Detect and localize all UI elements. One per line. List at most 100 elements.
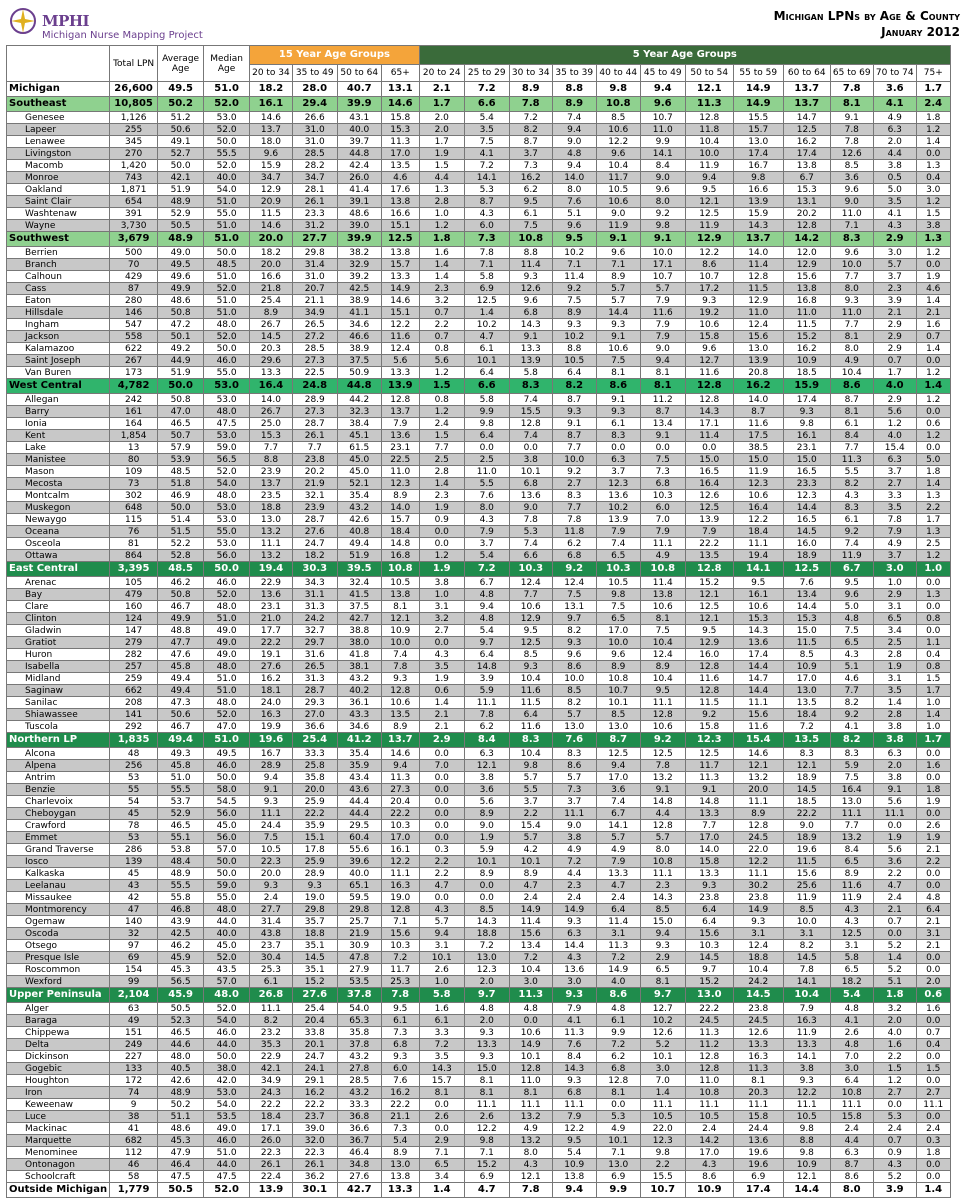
row-value: 63 bbox=[109, 1002, 159, 1015]
row-value: 4.4 bbox=[551, 867, 597, 880]
row-value: 13.8 bbox=[782, 159, 831, 172]
county-row: Clinton 124 49.9 51.0 21.0 24.2 42.7 12.1 3.2 4.8… bbox=[5, 612, 951, 625]
brand-name: MPHI bbox=[42, 12, 90, 30]
row-value: 11.1 bbox=[551, 1098, 597, 1111]
row-value: 133 bbox=[109, 1062, 159, 1075]
row-value: 11.1 bbox=[463, 696, 510, 709]
row-value: 3.2 bbox=[418, 612, 465, 625]
row-value: 11.6 bbox=[684, 672, 734, 685]
row-value: 1.4 bbox=[915, 294, 951, 307]
row-value: 17.0 bbox=[380, 831, 420, 844]
row-value: 49.0 bbox=[203, 636, 251, 649]
row-value: 42.5 bbox=[336, 282, 382, 295]
row-value: 6.9 bbox=[463, 1170, 510, 1183]
row-value: 4.3 bbox=[872, 1158, 917, 1171]
county-row: Wayne 3,730 50.5 51.0 14.6 31.2 39.0 15.1 1.2 6.0… bbox=[5, 219, 951, 232]
row-value: 3.0 bbox=[872, 246, 917, 259]
row-value: 10.4 bbox=[508, 963, 553, 976]
row-value: 24.0 bbox=[249, 696, 293, 709]
row-value: 24.1 bbox=[291, 1062, 338, 1075]
row-value: 8.9 bbox=[508, 81, 553, 97]
row-value: 14.5 bbox=[684, 951, 734, 964]
row-value: 15.4 bbox=[732, 732, 784, 748]
row-value: 43.2 bbox=[336, 1050, 382, 1063]
row-value: 51.0 bbox=[203, 612, 251, 625]
row-value: 105 bbox=[109, 576, 159, 589]
row-value: 22.2 bbox=[249, 1098, 293, 1111]
row-value: 31.2 bbox=[291, 219, 338, 232]
row-value: 12.2 bbox=[782, 1086, 831, 1099]
row-value: 29.6 bbox=[249, 354, 293, 367]
row-value: 26.6 bbox=[291, 111, 338, 124]
row-value: 13.0 bbox=[732, 342, 784, 355]
row-value: 3.3 bbox=[418, 1026, 465, 1039]
row-value: 1.4 bbox=[915, 378, 951, 394]
county-row: Gratiot 279 47.7 49.0 22.2 29.7 38.0 10.0 0.0 9.7… bbox=[5, 636, 951, 649]
row-value: 13.8 bbox=[380, 195, 420, 208]
row-value: 7.9 bbox=[639, 525, 686, 538]
row-value: 13.9 bbox=[508, 354, 553, 367]
row-value: 52.0 bbox=[203, 708, 251, 721]
header-total: Total LPN bbox=[109, 45, 159, 82]
row-value: 11.2 bbox=[684, 1038, 734, 1051]
row-value: 9.1 bbox=[249, 783, 293, 796]
row-value: 1.4 bbox=[418, 696, 465, 709]
row-value: 8.7 bbox=[551, 429, 597, 442]
row-value: 1.2 bbox=[915, 123, 951, 136]
row-value: 43.2 bbox=[336, 501, 382, 514]
row-value: 49.0 bbox=[203, 1122, 251, 1135]
row-value: 11.3 bbox=[508, 987, 553, 1003]
row-name: Ontonagon bbox=[5, 1158, 111, 1171]
row-value: 139 bbox=[109, 855, 159, 868]
row-value: 9.3 bbox=[551, 405, 597, 418]
row-value: 10.2 bbox=[551, 330, 597, 343]
row-value: 4.1 bbox=[872, 96, 917, 112]
row-value: 8.0 bbox=[829, 282, 874, 295]
row-value: 8.2 bbox=[829, 696, 874, 709]
row-value: 28.5 bbox=[291, 147, 338, 160]
row-value: 8.6 bbox=[595, 987, 641, 1003]
row-name: Southwest bbox=[5, 231, 111, 247]
row-value: 19.6 bbox=[249, 732, 293, 748]
row-value: 7.2 bbox=[595, 1038, 641, 1051]
header-15yr-col: 20 to 34 bbox=[249, 64, 293, 82]
row-name: Luce bbox=[5, 1110, 111, 1123]
row-value: 9.5 bbox=[684, 624, 734, 637]
row-value: 45.0 bbox=[336, 453, 382, 466]
row-value: 5.7 bbox=[872, 258, 917, 271]
row-value: 0.0 bbox=[463, 891, 510, 904]
row-value: 13.7 bbox=[782, 96, 831, 112]
row-value: 27.6 bbox=[291, 525, 338, 538]
row-value: 11.3 bbox=[551, 1026, 597, 1039]
row-value: 49.2 bbox=[157, 342, 205, 355]
row-value: 5.5 bbox=[508, 783, 553, 796]
row-value: 4.3 bbox=[418, 648, 465, 661]
row-value: 20.2 bbox=[291, 465, 338, 478]
row-value: 46.8 bbox=[157, 903, 205, 916]
row-value: 9.0 bbox=[782, 819, 831, 832]
row-value: 164 bbox=[109, 417, 159, 430]
row-name: Chippewa bbox=[5, 1026, 111, 1039]
row-value: 40.2 bbox=[336, 684, 382, 697]
row-value: 7.5 bbox=[829, 624, 874, 637]
row-value: 1,779 bbox=[109, 1182, 159, 1198]
row-value: 9.8 bbox=[463, 417, 510, 430]
row-name: Mason bbox=[5, 465, 111, 478]
row-value: 5.9 bbox=[829, 759, 874, 772]
row-value: 259 bbox=[109, 672, 159, 685]
county-row: Alcona 48 49.3 49.5 16.7 33.3 35.4 14.6 0.0 6.3 10… bbox=[5, 747, 951, 760]
row-value: 7.1 bbox=[463, 1146, 510, 1159]
row-value: 8.9 bbox=[732, 807, 784, 820]
row-value: 11.4 bbox=[508, 258, 553, 271]
row-value: 11.1 bbox=[684, 1098, 734, 1111]
row-value: 7.6 bbox=[551, 732, 597, 748]
row-value: 25.3 bbox=[249, 963, 293, 976]
row-value: 9.7 bbox=[639, 987, 686, 1003]
county-row: Huron 282 47.6 49.0 19.1 31.6 41.8 7.4 4.3 6.4 8.5… bbox=[5, 648, 951, 661]
row-value: 2.1 bbox=[872, 306, 917, 319]
row-value: 10.1 bbox=[595, 696, 641, 709]
row-value: 14.0 bbox=[732, 246, 784, 259]
row-value: 13.3 bbox=[684, 867, 734, 880]
row-value: 11.9 bbox=[829, 891, 874, 904]
row-value: 55.5 bbox=[157, 879, 205, 892]
